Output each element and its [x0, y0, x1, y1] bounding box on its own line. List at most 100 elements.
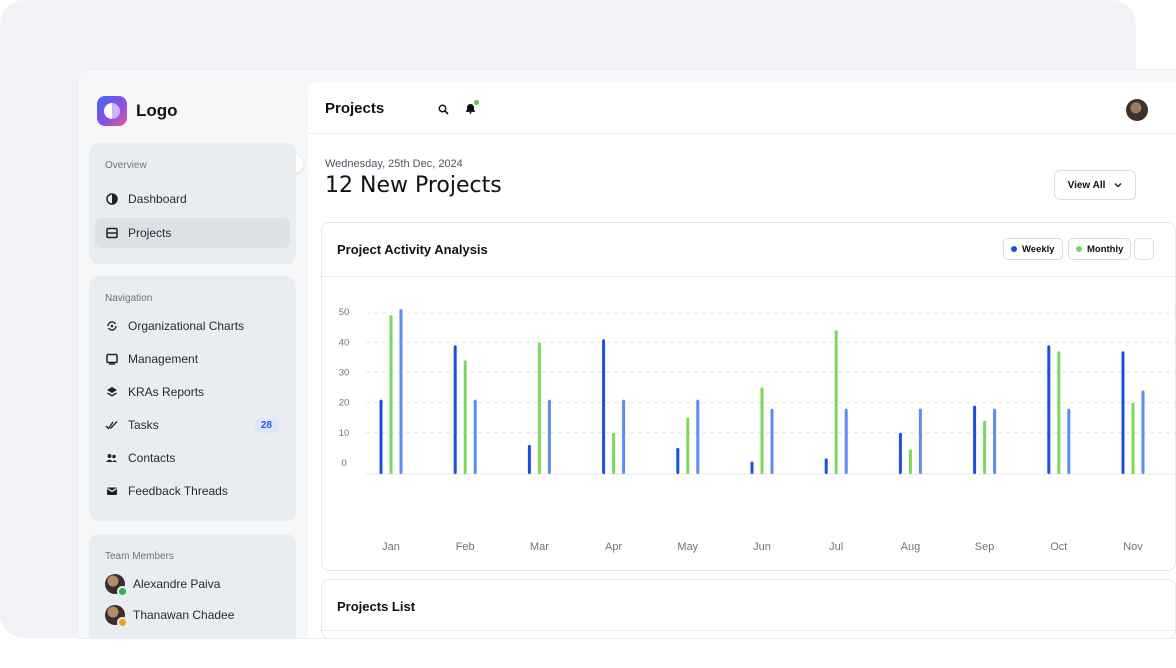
bar-feb-series-2 — [463, 360, 467, 474]
project-activity-card: Project Activity Analysis Weekly Monthly… — [321, 222, 1176, 571]
bar-may-series-2 — [686, 417, 690, 474]
top-bar: Projects — [308, 82, 1176, 134]
bar-apr-series-1 — [602, 339, 606, 474]
bar-apr-series-3 — [622, 399, 626, 474]
bar-jul-series-3 — [844, 408, 848, 474]
bar-jun-series-1 — [750, 461, 754, 474]
sidebar-item-management[interactable]: Management — [95, 344, 290, 374]
legend-monthly-swatch — [1076, 246, 1082, 252]
layers-icon — [105, 386, 118, 399]
legend-monthly-toggle[interactable]: Monthly — [1068, 238, 1132, 260]
tasks-count-badge: 28 — [253, 418, 279, 433]
bar-aug-series-3 — [918, 408, 922, 474]
user-avatar[interactable] — [1126, 99, 1148, 121]
projects-list-title: Projects List — [337, 599, 416, 614]
bar-feb-series-1 — [453, 345, 457, 474]
logo-mark-icon — [97, 96, 127, 126]
status-badge-icon — [117, 617, 128, 628]
bar-mar-series-2 — [537, 342, 541, 474]
projects-list-card: Projects List — [321, 579, 1176, 638]
sidebar-item-projects[interactable]: Projects — [95, 218, 290, 248]
search-icon[interactable] — [438, 102, 449, 120]
legend-extra-toggle[interactable] — [1134, 238, 1154, 260]
x-tick-label: Sep — [975, 541, 995, 553]
sidebar-item-contacts[interactable]: Contacts — [95, 443, 290, 473]
new-projects-headline: 12 New Projects — [325, 173, 502, 198]
bar-jul-series-1 — [824, 458, 828, 474]
team-members-heading: Team Members — [105, 551, 174, 562]
sidebar-item-label: Projects — [128, 226, 172, 240]
bar-nov-series-2 — [1131, 402, 1135, 474]
bar-may-series-3 — [696, 399, 700, 474]
x-tick-label: Apr — [605, 541, 622, 553]
sidebar-item-label: Dashboard — [128, 192, 187, 206]
x-tick-label: Feb — [456, 541, 475, 553]
status-badge-icon — [117, 586, 128, 597]
sidebar-item-dashboard[interactable]: Dashboard — [95, 184, 290, 214]
navigation-section: Navigation Organizational Charts Managem… — [89, 276, 296, 521]
current-date: Wednesday, 25th Dec, 2024 — [325, 158, 463, 170]
y-tick-label: 0 — [341, 458, 346, 469]
y-tick-label: 40 — [339, 337, 350, 348]
sidebar-item-label: Tasks — [128, 418, 159, 432]
sidebar-item-organizational-charts[interactable]: Organizational Charts — [95, 311, 290, 341]
logo-text: Logo — [136, 101, 178, 120]
x-tick-label: Jul — [829, 541, 843, 553]
x-tick-label: Jan — [382, 541, 400, 553]
legend-weekly-swatch — [1011, 246, 1017, 252]
bar-mar-series-1 — [527, 444, 531, 474]
team-members-section: Team Members Alexandre Paiva Thanawan Ch… — [89, 534, 296, 638]
bar-oct-series-2 — [1057, 351, 1061, 474]
bar-may-series-1 — [676, 447, 680, 474]
y-tick-label: 20 — [339, 398, 350, 409]
x-tick-label: Jun — [753, 541, 771, 553]
view-all-dropdown[interactable]: View All — [1054, 170, 1136, 200]
bar-apr-series-2 — [612, 432, 616, 474]
dashboard-icon — [105, 193, 118, 206]
sidebar-item-label: Contacts — [128, 451, 176, 465]
legend-weekly-toggle[interactable]: Weekly — [1003, 238, 1063, 260]
sidebar-item-kras-reports[interactable]: KRAs Reports — [95, 377, 290, 407]
sidebar-item-tasks[interactable]: Tasks 28 — [95, 410, 290, 440]
bar-feb-series-3 — [473, 399, 477, 474]
bar-jun-series-3 — [770, 408, 774, 474]
bar-aug-series-2 — [908, 449, 912, 474]
bar-jun-series-2 — [760, 387, 764, 474]
contacts-icon — [105, 452, 118, 465]
x-tick-label: Oct — [1050, 541, 1067, 553]
x-tick-label: Mar — [530, 541, 549, 553]
page-title: Projects — [325, 100, 385, 117]
sidebar-item-label: Management — [128, 352, 199, 366]
logo[interactable]: Logo — [97, 96, 178, 126]
bar-oct-series-1 — [1047, 345, 1051, 474]
activity-bar-chart: 0 10 20 30 40 50 Jan Feb Mar Apr May Jun Jul Aug Sep Oc… — [339, 307, 1176, 553]
notification-dot — [474, 100, 479, 105]
bar-oct-series-3 — [1067, 408, 1071, 474]
y-tick-label: 30 — [339, 367, 350, 378]
bar-sep-series-3 — [993, 408, 997, 474]
chevron-down-icon — [1114, 183, 1122, 188]
bar-aug-series-1 — [898, 432, 902, 474]
main-content: Projects Wednesday, 25th Dec, 2024 12 Ne… — [308, 82, 1176, 638]
projects-list-divider — [322, 630, 1176, 631]
team-member-name: Alexandre Paiva — [133, 577, 221, 591]
legend-label: Weekly — [1022, 243, 1055, 255]
bar-jan-series-3 — [399, 309, 403, 474]
bar-nov-series-1 — [1121, 351, 1125, 474]
org-chart-icon — [105, 320, 118, 333]
sidebar-item-feedback-threads[interactable]: Feedback Threads — [95, 476, 290, 506]
bar-nov-series-3 — [1141, 390, 1145, 474]
bar-jan-series-2 — [389, 315, 393, 474]
bar-mar-series-3 — [547, 399, 551, 474]
team-member-alexandre-paiva[interactable]: Alexandre Paiva — [105, 574, 221, 597]
view-all-label: View All — [1067, 179, 1106, 191]
check-icon — [105, 419, 118, 432]
y-tick-label: 10 — [339, 428, 350, 439]
bar-jul-series-2 — [834, 330, 838, 474]
navigation-heading: Navigation — [105, 293, 153, 304]
team-member-thanawan-chadee[interactable]: Thanawan Chadee — [105, 605, 234, 628]
management-icon — [105, 353, 118, 366]
bar-jan-series-1 — [379, 399, 383, 474]
legend-label: Monthly — [1087, 243, 1124, 255]
sidebar-item-label: Organizational Charts — [128, 319, 245, 333]
